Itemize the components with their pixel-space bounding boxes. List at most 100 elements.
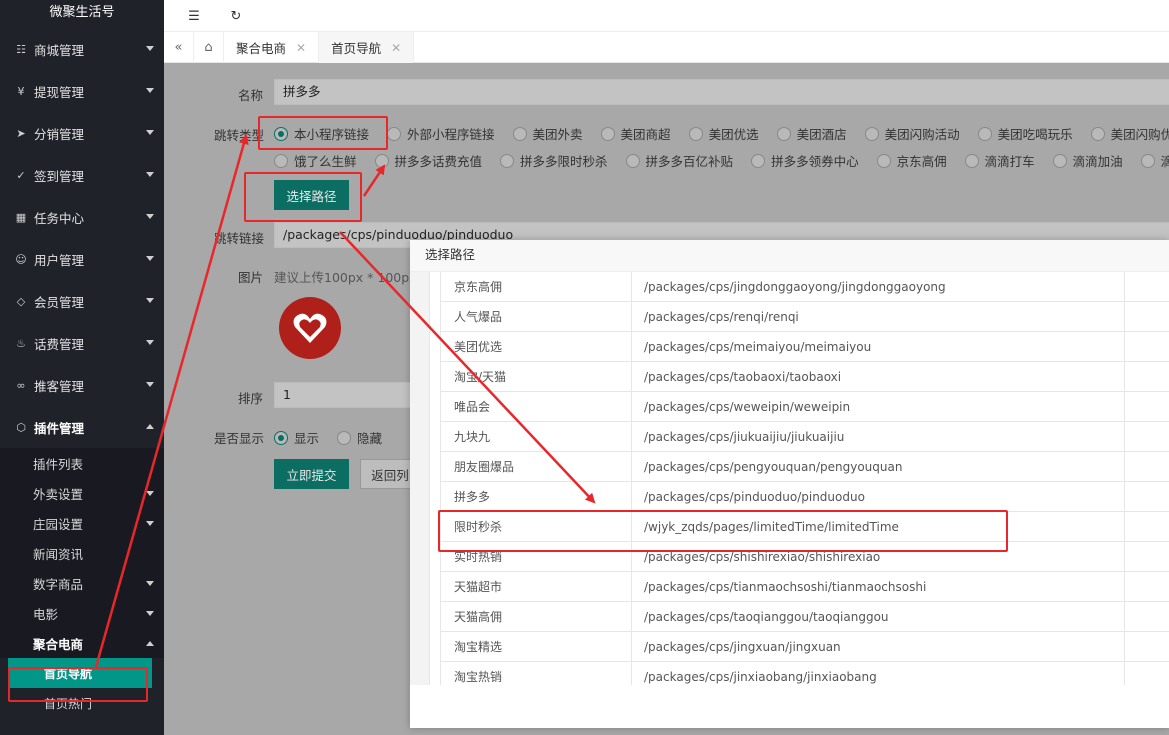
sidebar-submenu: 插件列表 外卖设置庄园设置新闻资讯 数字商品电影聚合电商 — [0, 448, 164, 658]
path-value-cell: /packages/cps/pinduoduo/pinduoduo — [632, 482, 1125, 511]
sidebar-subitem[interactable]: 电影 — [0, 598, 164, 628]
sidebar-item[interactable]: ♨ 话费管理 — [0, 322, 164, 364]
radio-circle-icon — [500, 153, 515, 168]
jump-type-radio[interactable]: 美团酒店 — [776, 124, 847, 143]
jump-type-radio[interactable]: 拼多多限时秒杀 — [500, 151, 608, 170]
name-input[interactable]: 拼多多 — [274, 79, 1169, 105]
tabs-bar: « ⌂ 聚合电商 ✕ 首页导航 ✕ — [164, 32, 1169, 63]
jump-type-radio[interactable]: 美团优选 — [688, 124, 759, 143]
close-icon[interactable]: ✕ — [391, 41, 401, 55]
table-row[interactable]: 唯品会/packages/cps/weweipin/weweipin — [440, 392, 1169, 422]
table-row[interactable]: 京东高佣/packages/cps/jingdonggaoyong/jingdo… — [440, 272, 1169, 302]
close-icon[interactable]: ✕ — [296, 41, 306, 55]
radio-label: 美团闪购优 — [1110, 127, 1169, 142]
path-value-cell: /packages/cps/taoqianggou/taoqianggou — [632, 602, 1125, 631]
sidebar-subitem[interactable]: 数字商品 — [0, 568, 164, 598]
table-row[interactable]: 淘宝/天猫/packages/cps/taobaoxi/taobaoxi — [440, 362, 1169, 392]
pinduoduo-logo-image[interactable] — [279, 297, 341, 359]
jump-type-radio[interactable]: 饿了么生鲜 — [274, 151, 357, 170]
home-icon[interactable]: ⌂ — [194, 32, 224, 63]
jump-type-radio[interactable]: 美团闪购活动 — [864, 124, 960, 143]
radio-circle-icon — [625, 153, 640, 168]
sidebar-subitem[interactable]: 庄园设置 — [0, 508, 164, 538]
radio-circle-icon — [274, 430, 288, 445]
jump-type-radio[interactable]: 美团吃喝玩乐 — [977, 124, 1073, 143]
show-radio[interactable]: 显示 — [274, 428, 319, 447]
jump-type-radio[interactable]: 京东高佣 — [876, 151, 947, 170]
table-row[interactable]: 美团优选/packages/cps/meimaiyou/meimaiyou — [440, 332, 1169, 362]
table-row[interactable]: 朋友圈爆品/packages/cps/pengyouquan/pengyouqu… — [440, 452, 1169, 482]
sidebar-subitem[interactable]: 插件列表 — [0, 448, 164, 478]
sidebar-subitem[interactable]: 外卖设置 — [0, 478, 164, 508]
table-row[interactable]: 天猫高佣/packages/cps/taoqianggou/taoqianggo… — [440, 602, 1169, 632]
jump-type-radio[interactable]: 外部小程序链接 — [387, 124, 495, 143]
refresh-icon[interactable]: ↻ — [226, 6, 246, 26]
jump-type-radio[interactable]: 滴滴加油 — [1052, 151, 1123, 170]
table-row[interactable]: 淘宝热销/packages/cps/jinxiaobang/jinxiaoban… — [440, 662, 1169, 685]
tab-item[interactable]: 聚合电商 ✕ — [224, 32, 320, 63]
sidebar-item-label: 话费管理 — [34, 336, 85, 352]
sidebar-item[interactable]: ☺ 用户管理 — [0, 238, 164, 280]
sidebar-item[interactable]: ∞ 推客管理 — [0, 364, 164, 406]
collapse-menu-icon[interactable]: ☰ — [184, 6, 204, 26]
radio-label: 京东高佣 — [896, 154, 947, 169]
table-row[interactable]: 拼多多/packages/cps/pinduoduo/pinduoduo — [440, 482, 1169, 512]
jump-type-radio[interactable]: 美团外卖 — [512, 124, 583, 143]
table-row[interactable]: 人气爆品/packages/cps/renqi/renqi — [440, 302, 1169, 332]
sidebar-subitem-label: 庄园设置 — [33, 516, 84, 532]
show-radio[interactable]: 隐藏 — [337, 428, 382, 447]
radio-circle-icon — [977, 126, 992, 141]
chevron-icon — [146, 130, 154, 135]
jump-type-radios-row1: 本小程序链接 外部小程序链接 美团外卖 美团商超 美团优选 美团酒店 美团闪购活动 美团吃喝玩… — [274, 124, 1169, 143]
annotation-box-select-path — [244, 172, 362, 222]
sidebar-subitem[interactable]: 新闻资讯 — [0, 538, 164, 568]
path-name-cell: 唯品会 — [440, 392, 632, 421]
jump-type-radio[interactable]: 拼多多领券中心 — [751, 151, 859, 170]
sidebar-item[interactable]: ◇ 会员管理 — [0, 280, 164, 322]
sidebar-item[interactable]: ▦ 任务中心 — [0, 196, 164, 238]
table-row[interactable]: 淘宝精选/packages/cps/jingxuan/jingxuan — [440, 632, 1169, 662]
path-name-cell: 九块九 — [440, 422, 632, 451]
path-value-cell: /packages/cps/jinxiaobang/jinxiaobang — [632, 662, 1125, 685]
diamond-icon: ◇ — [16, 294, 26, 308]
submit-button[interactable]: 立即提交 — [274, 459, 349, 489]
yen-icon: ¥ — [17, 84, 25, 98]
jump-type-radio[interactable]: 滴 — [1140, 151, 1169, 170]
fire-icon: ♨ — [16, 336, 26, 350]
radio-circle-icon — [876, 153, 891, 168]
path-value-cell: /packages/cps/jiukuaijiu/jiukuaijiu — [632, 422, 1125, 451]
radio-label: 美团酒店 — [796, 127, 847, 142]
jump-type-radio[interactable]: 美团商超 — [600, 124, 671, 143]
sidebar-item[interactable]: ¥ 提现管理 — [0, 70, 164, 112]
radio-label: 滴滴加油 — [1072, 154, 1123, 169]
jump-type-label: 跳转类型 — [214, 128, 265, 143]
sidebar-item[interactable]: ✓ 签到管理 — [0, 154, 164, 196]
infinity-icon: ∞ — [16, 378, 26, 392]
path-table: 京东高佣/packages/cps/jingdonggaoyong/jingdo… — [440, 272, 1169, 685]
sidebar-item-label: 用户管理 — [34, 252, 85, 268]
tabs-list: 聚合电商 ✕ 首页导航 ✕ — [224, 32, 415, 63]
jump-type-radio[interactable]: 拼多多话费充值 — [374, 151, 482, 170]
table-row[interactable]: 九块九/packages/cps/jiukuaijiu/jiukuaijiu — [440, 422, 1169, 452]
chevron-icon — [146, 172, 154, 177]
sidebar-item[interactable]: ➤ 分销管理 — [0, 112, 164, 154]
sidebar-subitem[interactable]: 聚合电商 — [0, 628, 164, 658]
sidebar-item[interactable]: ☷ 商城管理 — [0, 28, 164, 70]
annotation-box-limited-time-row — [438, 510, 1008, 552]
sidebar-item-label: 插件管理 — [34, 420, 85, 436]
sidebar-subitem-label: 电影 — [33, 606, 59, 622]
sidebar-item[interactable]: ⬡ 插件管理 — [0, 406, 164, 448]
select-path-modal: 选择路径 京东高佣/packages/cps/jingdonggaoyong/j… — [410, 240, 1169, 728]
path-value-cell: /packages/cps/jingdonggaoyong/jingdongga… — [632, 272, 1125, 301]
link-label: 跳转链接 — [214, 231, 265, 246]
tab-item[interactable]: 首页导航 ✕ — [319, 32, 415, 63]
chevron-icon — [146, 214, 154, 219]
jump-type-radio[interactable]: 拼多多百亿补贴 — [625, 151, 733, 170]
table-row[interactable]: 天猫超市/packages/cps/tianmaochsoshi/tianmao… — [440, 572, 1169, 602]
tabs-scroll-left-icon[interactable]: « — [164, 32, 194, 63]
chevron-icon — [146, 382, 154, 387]
jump-type-radio[interactable]: 美团闪购优 — [1090, 124, 1169, 143]
radio-circle-icon — [1052, 153, 1067, 168]
sidebar-item-label: 推客管理 — [34, 378, 85, 394]
jump-type-radio[interactable]: 滴滴打车 — [964, 151, 1035, 170]
